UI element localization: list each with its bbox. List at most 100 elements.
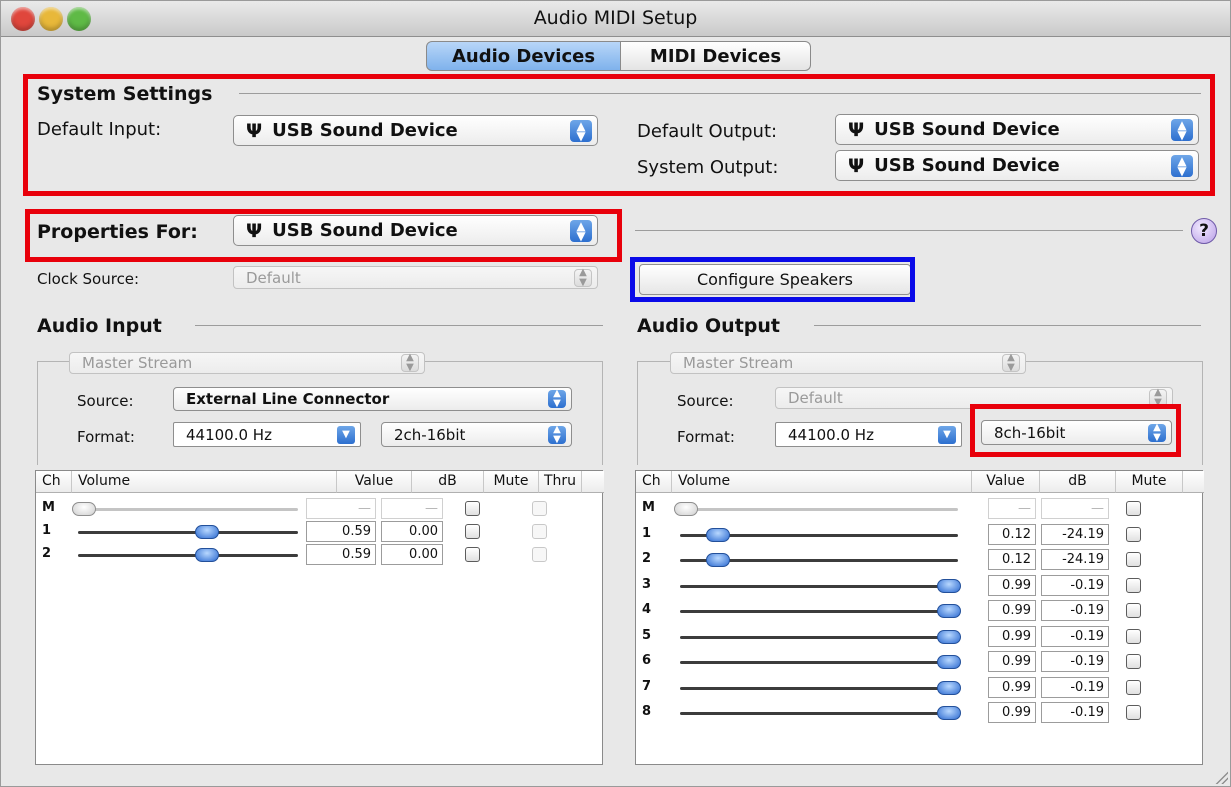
tab-midi-devices[interactable]: MIDI Devices [621, 41, 811, 71]
value-field[interactable]: 0.99 [988, 574, 1036, 596]
audio-output-stream-popup[interactable]: Master Stream ▲ ▼ [670, 352, 1026, 374]
db-field[interactable]: -0.19 [1041, 702, 1109, 723]
value-field[interactable]: 0.99 [988, 625, 1036, 647]
window-title: Audio MIDI Setup [533, 7, 698, 29]
help-icon[interactable]: ? [1191, 218, 1217, 244]
mute-checkbox[interactable] [1126, 679, 1141, 695]
volume-slider-thumb[interactable] [937, 706, 962, 720]
column-header-thru[interactable]: Thru [539, 471, 582, 493]
chevron-down-icon[interactable]: ▼ [938, 425, 956, 444]
value-field[interactable]: 0.99 [988, 651, 1036, 672]
volume-slider-thumb[interactable] [674, 502, 698, 516]
value-field[interactable]: 0.12 [988, 549, 1036, 570]
thru-checkbox[interactable] [532, 524, 547, 539]
mute-checkbox[interactable] [465, 524, 480, 539]
db-field[interactable]: -0.19 [1041, 625, 1109, 647]
value-field[interactable]: 0.59 [306, 521, 376, 542]
volume-slider-thumb[interactable] [937, 578, 962, 593]
volume-slider-thumb[interactable] [937, 680, 962, 695]
volume-slider-thumb[interactable] [194, 525, 219, 539]
volume-slider-thumb[interactable] [705, 527, 730, 542]
column-header-ch[interactable]: Ch [36, 471, 72, 493]
volume-slider-thumb[interactable] [937, 655, 962, 669]
value-field[interactable]: 0.99 [988, 600, 1036, 621]
channel-label: 1 [42, 523, 52, 538]
mute-checkbox[interactable] [465, 547, 480, 562]
volume-slider-thumb[interactable] [937, 629, 962, 644]
column-header-value[interactable]: Value [972, 471, 1040, 493]
column-header-value[interactable]: Value [337, 471, 412, 493]
audio-output-format-label: Format: [677, 428, 735, 446]
db-field[interactable]: — [1041, 498, 1109, 519]
volume-slider-thumb[interactable] [72, 502, 96, 516]
db-field[interactable]: -24.19 [1041, 549, 1109, 570]
value-field[interactable]: 0.12 [988, 523, 1036, 545]
value-field[interactable]: — [988, 498, 1036, 519]
value-field[interactable]: 0.99 [988, 702, 1036, 723]
column-header-mute[interactable]: Mute [1116, 471, 1183, 493]
db-field[interactable]: -0.19 [1041, 651, 1109, 672]
db-field[interactable]: 0.00 [381, 521, 443, 542]
volume-slider-track[interactable] [680, 584, 958, 588]
value-field[interactable]: 0.59 [306, 544, 376, 565]
resize-grip-icon[interactable] [1214, 770, 1228, 784]
properties-divider [635, 230, 1183, 231]
db-field[interactable]: -0.19 [1041, 600, 1109, 621]
clock-source-popup[interactable]: Default ▲ ▼ [233, 266, 598, 289]
db-field[interactable]: -0.19 [1041, 574, 1109, 596]
volume-slider-track[interactable] [78, 531, 298, 534]
chevron-down-icon[interactable]: ▼ [337, 425, 355, 444]
mute-checkbox[interactable] [1126, 705, 1141, 720]
volume-slider-track[interactable] [680, 635, 958, 639]
volume-slider-track[interactable] [680, 508, 958, 511]
db-field[interactable]: -24.19 [1041, 523, 1109, 545]
audio-input-bits-popup[interactable]: 2ch-16bit ▲ ▼ [381, 422, 572, 447]
volume-slider-track[interactable] [78, 508, 298, 511]
audio-output-source-label: Source: [677, 392, 734, 410]
tab-audio-devices[interactable]: Audio Devices [426, 41, 621, 71]
mute-checkbox[interactable] [1126, 526, 1141, 542]
audio-input-source-popup[interactable]: External Line Connector ▲ ▼ [173, 387, 572, 411]
audio-input-stream-popup[interactable]: Master Stream ▲ ▼ [69, 352, 425, 374]
db-field[interactable]: -0.19 [1041, 676, 1109, 698]
mute-checkbox[interactable] [1126, 552, 1141, 567]
value-field[interactable]: 0.99 [988, 676, 1036, 698]
volume-slider-thumb[interactable] [937, 604, 962, 618]
audio-input-rate-combo[interactable]: 44100.0 Hz ▼ [173, 422, 361, 447]
volume-slider-track[interactable] [680, 712, 958, 715]
db-field[interactable]: 0.00 [381, 544, 443, 565]
thru-checkbox[interactable] [532, 547, 547, 562]
volume-slider-track[interactable] [680, 686, 958, 690]
mute-checkbox[interactable] [1126, 603, 1141, 618]
configure-speakers-highlight [630, 257, 915, 302]
volume-slider-track[interactable] [78, 554, 298, 557]
channel-label: M [42, 500, 55, 515]
mute-checkbox[interactable] [1126, 628, 1141, 644]
table-row: 6 0.99 -0.19 [636, 650, 1202, 674]
channel-label: 2 [42, 546, 52, 561]
column-header-volume[interactable]: Volume [672, 471, 972, 493]
arrow-down-icon: ▼ [943, 428, 951, 440]
column-header-spacer [1183, 471, 1204, 493]
volume-slider-thumb[interactable] [194, 548, 219, 562]
column-header-db[interactable]: dB [412, 471, 484, 493]
audio-output-rate-combo[interactable]: 44100.0 Hz ▼ [775, 422, 962, 447]
table-row: 5 0.99 -0.19 [636, 625, 1202, 649]
audio-input-source-value: External Line Connector [186, 390, 390, 408]
mute-checkbox[interactable] [1126, 654, 1141, 669]
thru-checkbox[interactable] [532, 501, 547, 516]
column-header-ch[interactable]: Ch [636, 471, 672, 493]
column-header-volume[interactable]: Volume [72, 471, 337, 493]
value-field[interactable]: — [306, 498, 376, 519]
db-field[interactable]: — [381, 498, 443, 519]
volume-slider-track[interactable] [680, 610, 958, 613]
column-header-db[interactable]: dB [1040, 471, 1116, 493]
volume-slider-thumb[interactable] [705, 553, 730, 567]
column-header-mute[interactable]: Mute [484, 471, 539, 493]
mute-checkbox[interactable] [1126, 501, 1141, 516]
mute-checkbox[interactable] [1126, 577, 1141, 593]
volume-slider-track[interactable] [680, 661, 958, 664]
mute-checkbox[interactable] [465, 501, 480, 516]
table-row: M — — [636, 497, 1202, 521]
audio-input-format-label: Format: [77, 428, 135, 446]
